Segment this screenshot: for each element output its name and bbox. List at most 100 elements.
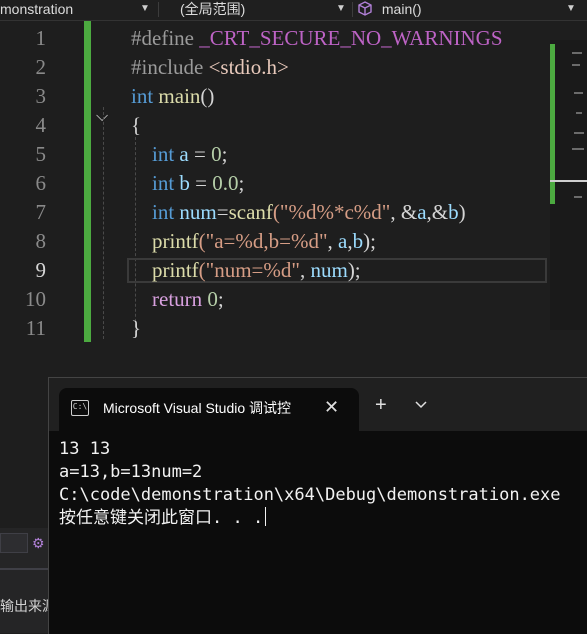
minimap-row xyxy=(574,92,583,94)
minimap-viewport[interactable] xyxy=(550,180,587,182)
code-line[interactable]: { xyxy=(131,111,141,140)
line-number: 11 xyxy=(25,316,46,340)
code-line[interactable]: int main() xyxy=(131,82,214,111)
line-number: 8 xyxy=(35,229,47,253)
code-token: = xyxy=(189,171,213,195)
minimap[interactable] xyxy=(550,40,587,330)
cube-icon xyxy=(358,1,372,19)
code-token: 0 xyxy=(207,287,218,311)
terminal-titlebar: C:\ Microsoft Visual Studio 调试控 ✕ + xyxy=(49,378,587,431)
filter-icon[interactable]: ⚙ xyxy=(32,535,45,552)
line-number: 1 xyxy=(35,26,47,50)
line-number: 6 xyxy=(35,171,47,195)
code-token: num xyxy=(179,200,217,224)
text-cursor xyxy=(265,507,267,526)
chevron-down-icon[interactable] xyxy=(415,398,427,412)
code-token: int xyxy=(131,200,180,224)
chevron-down-icon[interactable]: ▼ xyxy=(336,0,346,18)
code-token: ; xyxy=(217,287,224,311)
function-dropdown-value: main() xyxy=(381,1,422,17)
close-icon[interactable]: ✕ xyxy=(324,396,339,418)
minimap-row xyxy=(576,112,582,114)
code-token: printf xyxy=(131,229,199,253)
code-token: a xyxy=(179,142,189,166)
line-number: 10 xyxy=(25,287,46,311)
divider xyxy=(352,2,353,17)
code-token: int xyxy=(131,84,159,108)
line-number: 3 xyxy=(35,84,47,108)
code-editor[interactable]: 1 2 3 4 5 6 7 8 9 10 11 ⌵ #define _CRT_SECURE_NO_W… xyxy=(0,21,550,373)
indent-guide xyxy=(103,107,104,339)
add-tab-icon[interactable]: + xyxy=(375,394,387,416)
code-line[interactable]: int num=scanf("%d%*c%d", &a,&b) xyxy=(131,198,466,227)
line-number: 5 xyxy=(35,142,47,166)
code-token: , xyxy=(299,258,311,282)
output-source-dropdown[interactable] xyxy=(0,533,28,553)
minimap-row xyxy=(572,52,582,54)
minimap-row xyxy=(574,132,584,134)
minimap-row xyxy=(572,64,580,66)
project-dropdown[interactable]: monstration xyxy=(0,0,138,19)
code-token: b xyxy=(448,200,459,224)
code-token: ) xyxy=(458,200,466,224)
output-line: C:\code\demonstration\x64\Debug\demonstr… xyxy=(59,485,561,505)
code-line[interactable]: #define _CRT_SECURE_NO_WARNINGS xyxy=(131,24,503,53)
line-number: 9 xyxy=(35,258,47,282)
code-line[interactable]: int b = 0.0; xyxy=(131,169,244,198)
code-line[interactable]: #include <stdio.h> xyxy=(131,53,289,82)
code-token: ); xyxy=(347,258,361,282)
project-dropdown-value: monstration xyxy=(0,1,74,17)
terminal-tab[interactable]: C:\ Microsoft Visual Studio 调试控 ✕ xyxy=(59,388,359,431)
scope-dropdown-value: (全局范围) xyxy=(180,1,246,17)
tab-title: Microsoft Visual Studio 调试控 xyxy=(103,400,292,416)
code-token: _CRT_SECURE_NO_WARNINGS xyxy=(199,26,503,50)
divider xyxy=(0,568,48,570)
code-line[interactable]: } xyxy=(131,314,141,343)
code-token: 0 xyxy=(211,142,222,166)
code-line[interactable]: printf("a=%d,b=%d", a,b); xyxy=(131,227,376,256)
code-token: = xyxy=(216,200,229,224)
debug-console-window[interactable]: C:\ Microsoft Visual Studio 调试控 ✕ + 13 1… xyxy=(48,377,587,634)
code-line[interactable]: return 0; xyxy=(131,285,224,314)
code-line[interactable]: printf("num=%d", num); xyxy=(131,256,361,285)
code-line[interactable]: int a = 0; xyxy=(131,140,227,169)
code-token: int xyxy=(131,171,180,195)
line-number: 2 xyxy=(35,55,47,79)
code-token: b xyxy=(179,171,190,195)
code-token: #include xyxy=(131,55,209,79)
code-token: a xyxy=(417,200,427,224)
code-token: , & xyxy=(390,200,418,224)
code-token: b xyxy=(352,229,364,253)
line-number: 4 xyxy=(35,113,47,137)
code-token: = xyxy=(188,142,212,166)
code-token: num xyxy=(310,258,348,282)
scope-dropdown[interactable]: (全局范围) xyxy=(180,0,330,19)
code-token: <stdio.h> xyxy=(208,55,289,79)
minimap-row xyxy=(574,196,582,198)
change-indicator-bar xyxy=(84,21,91,342)
chevron-down-icon[interactable]: ▼ xyxy=(140,0,150,18)
code-token: ("a=%d,b=%d" xyxy=(198,229,328,253)
code-token: ); xyxy=(363,229,376,253)
console-icon: C:\ xyxy=(71,400,89,416)
output-line: 按任意键关闭此窗口. . . xyxy=(59,507,267,530)
code-token: printf xyxy=(131,258,199,282)
line-number: 7 xyxy=(35,200,47,224)
code-token: main xyxy=(158,84,201,108)
minimap-row xyxy=(572,148,584,150)
code-token: ("num=%d" xyxy=(198,258,300,282)
output-text: 按任意键关闭此窗口. . . xyxy=(59,508,264,528)
navigation-bar: monstration ▼ (全局范围) ▼ main() ▼ xyxy=(0,0,587,21)
output-line: 13 13 xyxy=(59,439,111,459)
function-dropdown[interactable]: main() xyxy=(358,0,538,19)
code-token: ("%d%*c%d" xyxy=(272,200,391,224)
chevron-down-icon[interactable]: ▼ xyxy=(566,0,576,18)
code-token: } xyxy=(131,316,142,340)
code-token: ; xyxy=(238,171,245,195)
divider xyxy=(158,2,159,17)
code-token: int xyxy=(131,142,180,166)
code-token: 0.0 xyxy=(212,171,239,195)
output-source-label: 输出来源 xyxy=(0,598,48,614)
code-token: () xyxy=(200,84,215,108)
code-token: ,& xyxy=(426,200,449,224)
